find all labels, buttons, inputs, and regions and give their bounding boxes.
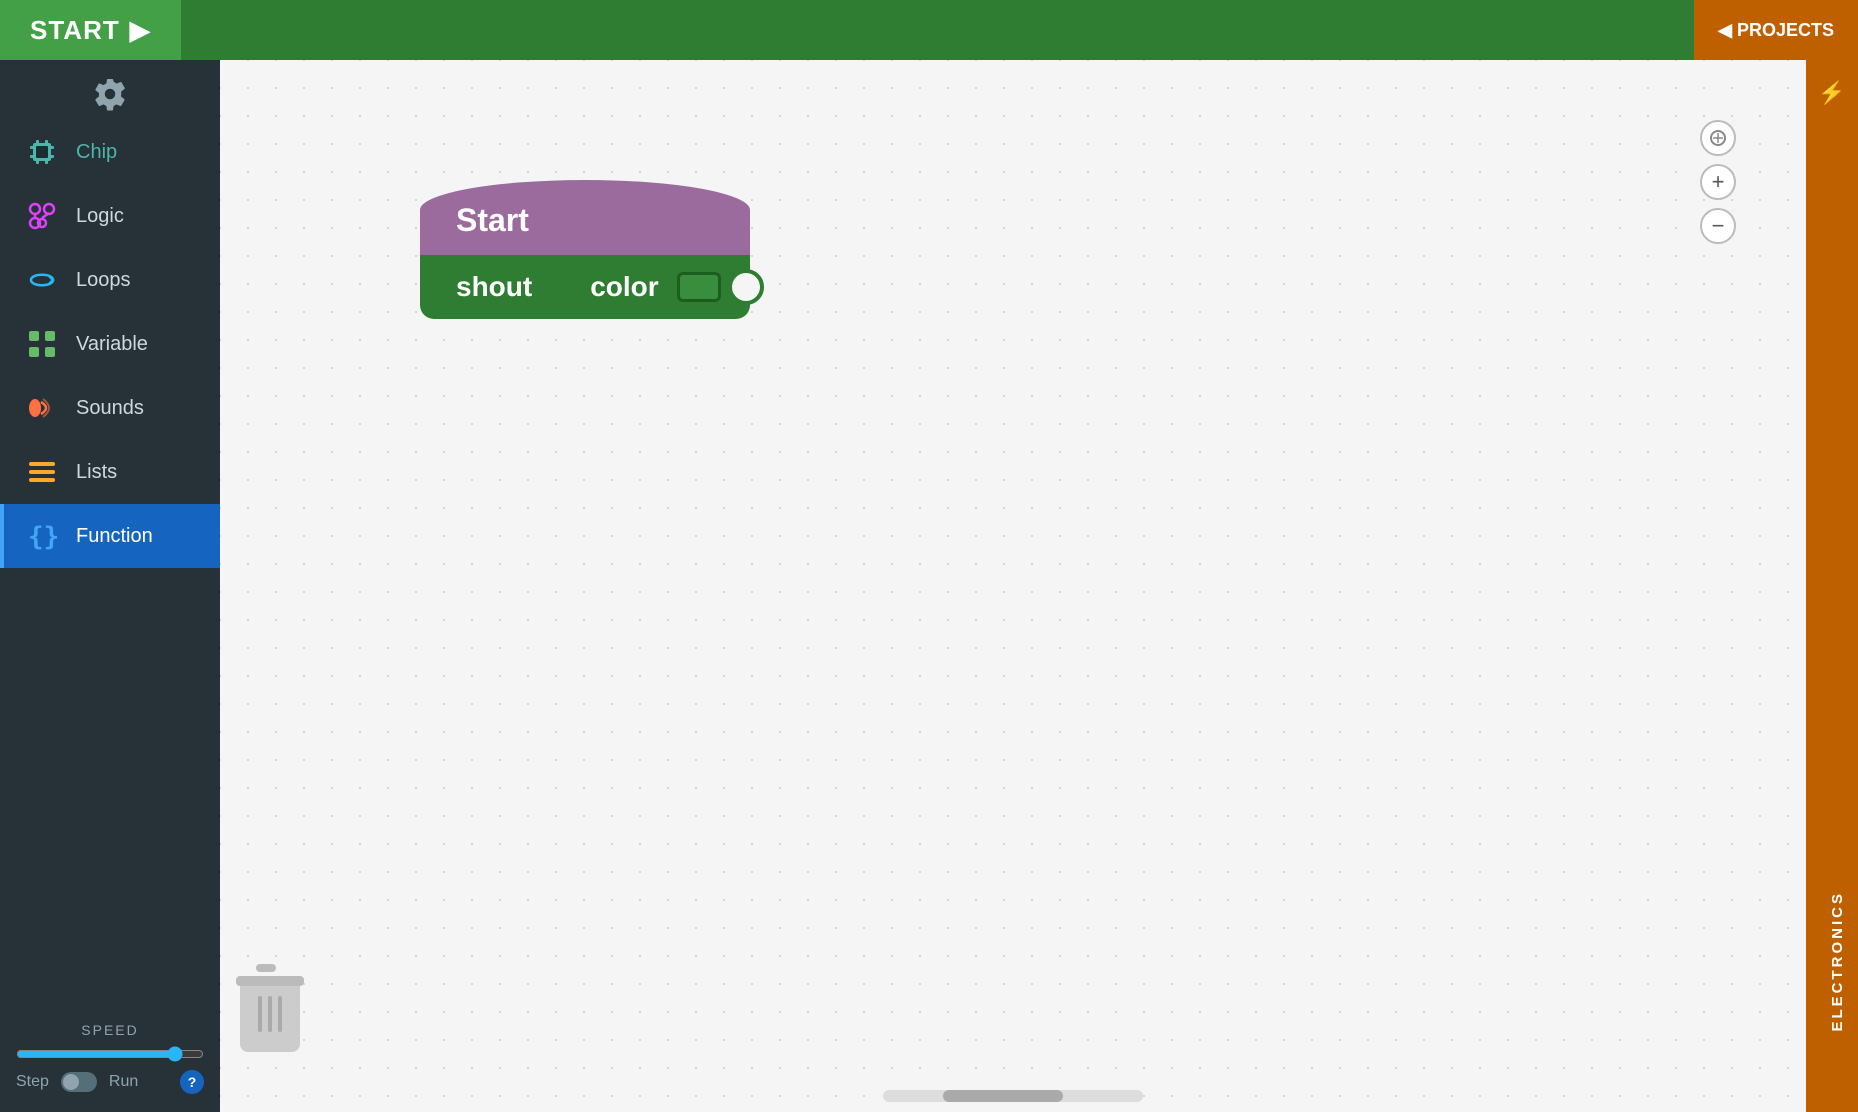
zoom-in-icon: + — [1712, 171, 1725, 193]
speed-label: SPEED — [16, 1022, 204, 1038]
step-run-row: Step Run ? — [16, 1070, 204, 1102]
shout-block[interactable]: shout color — [420, 255, 750, 319]
sidebar-item-logic-label: Logic — [76, 205, 124, 228]
color-swatch[interactable] — [677, 272, 721, 302]
start-block[interactable]: Start shout color — [420, 180, 750, 319]
sidebar-item-variable[interactable]: Variable — [0, 312, 220, 376]
zoom-controls: + − — [1700, 120, 1736, 244]
sidebar: Chip Logic Loo — [0, 60, 220, 1112]
sidebar-item-chip[interactable]: Chip — [0, 120, 220, 184]
run-label: Run — [109, 1073, 138, 1091]
chip-icon — [24, 134, 60, 170]
zoom-target-button[interactable] — [1700, 120, 1736, 156]
zoom-out-button[interactable]: − — [1700, 208, 1736, 244]
trash-line-2 — [268, 996, 272, 1032]
electronics-expand-icon[interactable]: ⚡ — [1818, 80, 1845, 106]
svg-text:{}: {} — [28, 522, 59, 552]
sidebar-item-chip-label: Chip — [76, 141, 117, 164]
settings-button[interactable] — [0, 60, 220, 120]
sidebar-item-sounds[interactable]: Sounds — [0, 376, 220, 440]
logic-icon — [24, 198, 60, 234]
trash-area[interactable] — [240, 976, 310, 1052]
projects-button[interactable]: ◀ PROJECTS — [1694, 0, 1858, 60]
speed-slider-container — [16, 1046, 204, 1062]
help-button[interactable]: ? — [180, 1070, 204, 1094]
projects-label: ◀ PROJECTS — [1718, 20, 1834, 41]
step-run-toggle[interactable] — [61, 1072, 97, 1092]
speed-slider[interactable] — [16, 1046, 204, 1062]
start-block-arch: Start — [420, 180, 750, 255]
sounds-icon — [24, 390, 60, 426]
shout-label: shout — [456, 271, 532, 303]
canvas-area[interactable]: Start shout color + — [220, 60, 1806, 1112]
start-button[interactable]: START ▶ — [0, 0, 181, 60]
zoom-in-button[interactable]: + — [1700, 164, 1736, 200]
gear-icon — [92, 76, 128, 112]
loops-icon — [24, 262, 60, 298]
step-label: Step — [16, 1073, 49, 1091]
sidebar-item-function-label: Function — [76, 525, 153, 548]
sidebar-item-loops[interactable]: Loops — [0, 248, 220, 312]
sidebar-bottom: SPEED Step Run ? — [0, 1006, 220, 1112]
h-scrollbar-thumb[interactable] — [943, 1090, 1063, 1102]
start-block-label: Start — [456, 202, 529, 239]
electronics-tab[interactable]: ELECTRONICS — [1817, 871, 1858, 1052]
h-scrollbar[interactable] — [883, 1090, 1143, 1102]
main-layout: Chip Logic Loo — [0, 60, 1858, 1112]
trash-line-1 — [258, 996, 262, 1032]
trash-handle — [256, 964, 276, 972]
top-bar: START ▶ ◀ PROJECTS — [0, 0, 1858, 60]
sidebar-item-logic[interactable]: Logic — [0, 184, 220, 248]
start-arrow: ▶ — [130, 15, 151, 46]
sidebar-item-lists-label: Lists — [76, 461, 117, 484]
color-label: color — [590, 271, 658, 303]
sidebar-item-loops-label: Loops — [76, 269, 131, 292]
right-panel: ⚡ ELECTRONICS — [1806, 60, 1858, 1112]
start-label: START — [30, 15, 120, 46]
sidebar-item-sounds-label: Sounds — [76, 397, 144, 420]
sidebar-item-lists[interactable]: Lists — [0, 440, 220, 504]
trash-lid — [236, 976, 304, 986]
variable-icon — [24, 326, 60, 362]
zoom-out-icon: − — [1712, 215, 1725, 237]
function-icon: {} — [24, 518, 60, 554]
trash-lines — [240, 982, 300, 1032]
trash-line-3 — [278, 996, 282, 1032]
lists-icon — [24, 454, 60, 490]
electronics-label: ELECTRONICS — [1829, 891, 1846, 1032]
sidebar-item-function[interactable]: {} Function — [0, 504, 220, 568]
sidebar-item-variable-label: Variable — [76, 333, 148, 356]
trash-icon — [240, 982, 300, 1052]
block-group[interactable]: Start shout color — [420, 180, 750, 319]
